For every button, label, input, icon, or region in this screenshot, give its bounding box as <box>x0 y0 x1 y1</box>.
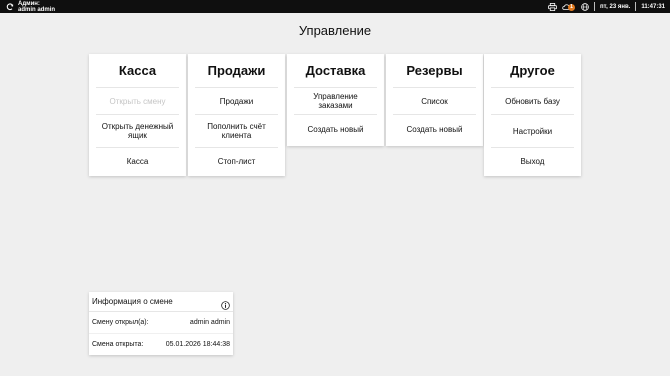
globe-icon[interactable] <box>580 2 589 11</box>
card-rezervy: Резервы Список Создать новый <box>386 54 483 146</box>
update-database-button[interactable]: Обновить базу <box>491 87 574 114</box>
shift-info-panel: Информация о смене Смену открыл(а): admi… <box>89 292 233 355</box>
sales-button[interactable]: Продажи <box>195 87 278 114</box>
card-drugoe: Другое Обновить базу Настройки Выход <box>484 54 581 176</box>
card-dostavka: Доставка Управление заказами Создать нов… <box>287 54 384 146</box>
user-name: admin admin <box>18 6 56 13</box>
page-title: Управление <box>298 23 372 38</box>
cloud-icon[interactable]: 1 <box>562 2 576 11</box>
divider <box>594 2 596 11</box>
card-title: Другое <box>510 63 555 78</box>
stop-list-button[interactable]: Стоп-лист <box>195 147 278 174</box>
settings-button[interactable]: Настройки <box>491 114 574 147</box>
info-icon[interactable] <box>221 297 230 310</box>
shift-opened-at-value: 05.01.2026 18:44:38 <box>165 340 230 348</box>
logout-button[interactable]: Выход <box>491 147 574 174</box>
manage-orders-button[interactable]: Управление заказами <box>294 87 377 114</box>
top-up-client-account-button[interactable]: Пополнить счёт клиента <box>195 114 278 147</box>
reservations-list-button[interactable]: Список <box>393 87 476 114</box>
card-title: Продажи <box>207 63 266 78</box>
card-title: Касса <box>118 63 157 78</box>
printer-icon[interactable] <box>548 2 557 11</box>
open-cash-drawer-button[interactable]: Открыть денежный ящик <box>96 114 179 147</box>
shift-info-header: Информация о смене <box>89 292 233 312</box>
notification-badge: 1 <box>568 4 576 11</box>
user-info: Админ: admin admin <box>18 1 55 13</box>
top-bar: Админ: admin admin 1 пт, 23 янв. 11:47:3… <box>0 0 670 13</box>
shift-opened-at-row: Смена открыта: 05.01.2026 18:44:38 <box>89 333 233 354</box>
open-shift-button[interactable]: Открыть смену <box>96 87 179 114</box>
card-title: Доставка <box>305 63 366 78</box>
kassa-button[interactable]: Касса <box>96 147 179 174</box>
card-title: Резервы <box>406 63 463 78</box>
card-kassa: Касса Открыть смену Открыть денежный ящи… <box>89 54 186 176</box>
create-delivery-button[interactable]: Создать новый <box>294 114 377 144</box>
shift-opened-by-label: Смену открыл(а): <box>92 319 149 326</box>
shift-info-title: Информация о смене <box>92 297 173 306</box>
create-reservation-button[interactable]: Создать новый <box>393 114 476 144</box>
time-display: 11:47:31 <box>641 3 665 10</box>
card-prodazhi: Продажи Продажи Пополнить счёт клиента С… <box>188 54 285 176</box>
date-display: пт, 23 янв. <box>600 3 631 10</box>
shift-opened-by-row: Смену открыл(а): admin admin <box>89 312 233 333</box>
sync-icon[interactable] <box>5 2 14 11</box>
topbar-status-area: 1 пт, 23 янв. 11:47:31 <box>548 0 665 13</box>
shift-opened-by-value: admin admin <box>189 319 230 326</box>
divider <box>635 2 637 11</box>
shift-opened-at-label: Смена открыта: <box>92 340 144 348</box>
